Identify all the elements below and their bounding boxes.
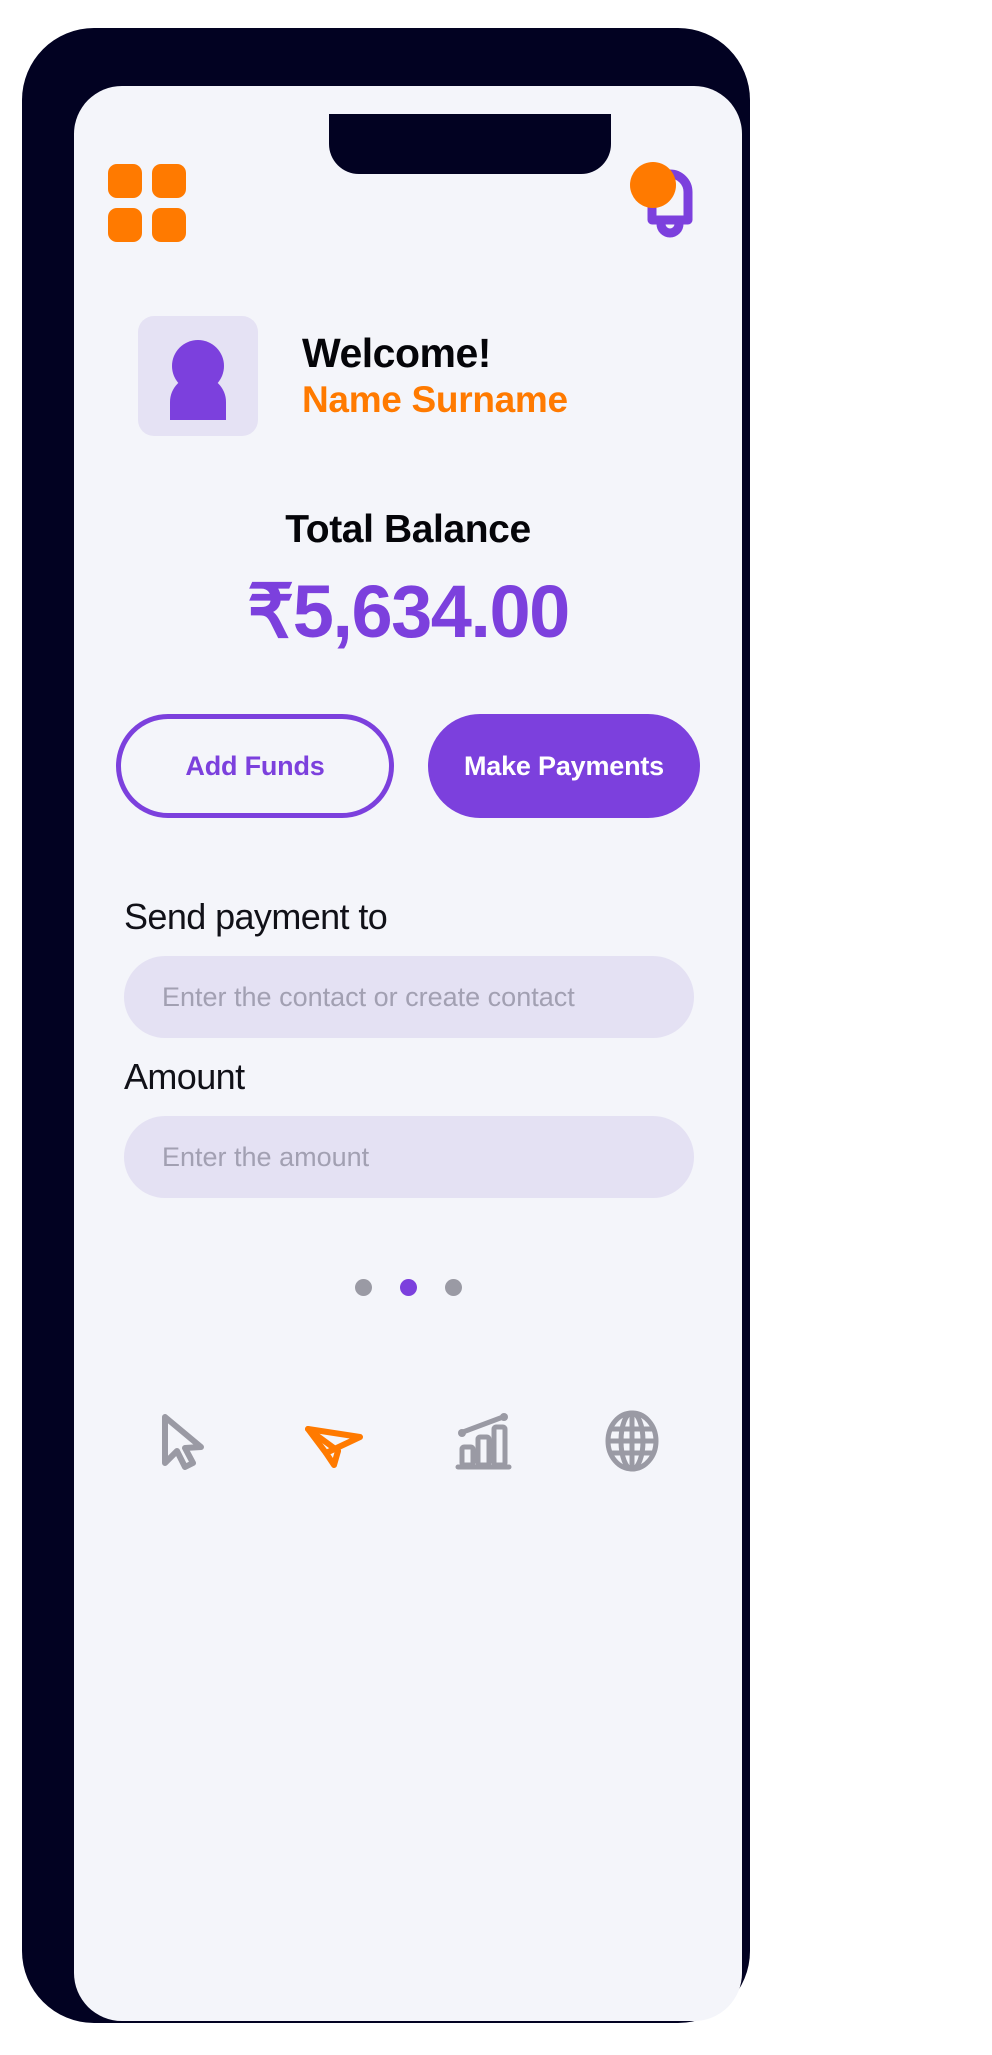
- screenshot-canvas: Welcome! Name Surname Total Balance ₹5,6…: [0, 0, 992, 2055]
- total-balance-amount: ₹5,634.00: [247, 570, 570, 653]
- pagination-dot-3[interactable]: [444, 1279, 462, 1296]
- amount-input[interactable]: [124, 1116, 694, 1198]
- add-funds-button[interactable]: Add Funds: [116, 714, 394, 818]
- welcome-greeting: Welcome!: [302, 330, 491, 377]
- welcome-user-name: Name Surname: [302, 379, 568, 421]
- notification-badge-dot: [630, 162, 676, 208]
- grid-cell: [108, 208, 142, 242]
- nav-item-send[interactable]: [288, 1395, 380, 1487]
- amount-label: Amount: [124, 1056, 245, 1097]
- nav-item-cursor[interactable]: [139, 1395, 231, 1487]
- bar-chart-icon: [455, 1413, 511, 1470]
- action-buttons-row: Add Funds Make Payments: [116, 714, 700, 818]
- recipient-field-group: Send payment to: [124, 896, 694, 1038]
- notification-bell-button[interactable]: [624, 158, 716, 250]
- pagination-dot-1[interactable]: [354, 1279, 372, 1296]
- bottom-navigation-bar: [74, 1386, 742, 1496]
- pagination-dot-2[interactable]: [399, 1279, 417, 1296]
- paper-plane-icon: [304, 1426, 363, 1468]
- cursor-pointer-icon: [161, 1414, 204, 1470]
- grid-cell: [152, 208, 186, 242]
- phone-screen: Welcome! Name Surname Total Balance ₹5,6…: [74, 86, 742, 2021]
- welcome-text-block: Welcome! Name Surname: [302, 330, 568, 421]
- phone-notch: [329, 114, 611, 174]
- globe-icon: [605, 1410, 658, 1472]
- total-balance-label: Total Balance: [285, 508, 531, 551]
- make-payments-button[interactable]: Make Payments: [428, 714, 700, 818]
- welcome-section: Welcome! Name Surname: [138, 311, 698, 441]
- avatar[interactable]: [138, 316, 258, 436]
- grid-cell: [108, 164, 142, 198]
- phone-frame: Welcome! Name Surname Total Balance ₹5,6…: [22, 28, 750, 2023]
- recipient-label: Send payment to: [124, 896, 388, 937]
- recipient-input[interactable]: [124, 956, 694, 1038]
- grid-menu-icon[interactable]: [108, 164, 186, 242]
- pagination-dots: [74, 1279, 742, 1296]
- amount-field-group: Amount: [124, 1056, 694, 1198]
- nav-item-globe[interactable]: [586, 1395, 678, 1487]
- grid-cell: [152, 164, 186, 198]
- avatar-body-icon: [170, 376, 226, 420]
- nav-item-statistics[interactable]: [437, 1395, 529, 1487]
